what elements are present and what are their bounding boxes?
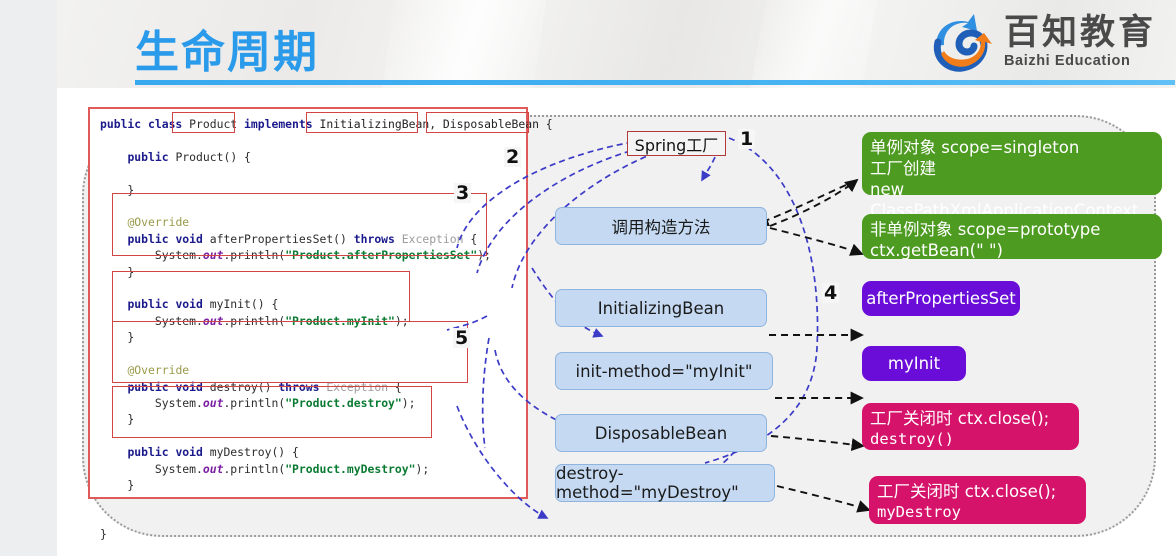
diagram-canvas: public class Product implements Initiali… <box>57 88 1176 556</box>
step-number-4: 4 <box>822 282 840 304</box>
step-number-1: 1 <box>738 128 756 150</box>
logo-text-en: Baizhi Education <box>1003 52 1131 69</box>
annotation-afterpropertiesset-label: afterPropertiesSet <box>866 288 1016 308</box>
flow-box-init-method: init-method="myInit" <box>555 352 773 390</box>
annotation-singleton-line-2: 工厂创建 <box>870 159 936 178</box>
annotation-mydestroy-line-2: myDestroy <box>877 503 961 521</box>
annotation-prototype-line-2: ctx.getBean(" ") <box>870 241 1003 260</box>
annotation-prototype: 非单例对象 scope=prototype ctx.getBean(" ") <box>862 214 1162 260</box>
annotation-myinit-label: myInit <box>887 353 941 373</box>
annotation-myinit: myInit <box>862 346 966 381</box>
baizhi-logo-icon <box>928 12 994 72</box>
annotation-destroy-line-2: destroy() <box>870 430 954 448</box>
annotation-destroy: 工厂关闭时 ctx.close(); destroy() <box>862 403 1079 450</box>
slide-header: 生命周期 百知教育 Baizhi Education <box>57 0 1176 88</box>
annotation-afterpropertiesset: afterPropertiesSet <box>862 281 1020 316</box>
brand-logo: 百知教育 Baizhi Education <box>928 12 1156 72</box>
annotation-mydestroy-line-1: 工厂关闭时 ctx.close(); <box>877 482 1057 501</box>
spring-factory-box: Spring工厂 <box>627 131 726 156</box>
annotation-destroy-line-1: 工厂关闭时 ctx.close(); <box>870 409 1050 428</box>
code-text: public class Product implements Initiali… <box>100 117 553 542</box>
annotation-mydestroy: 工厂关闭时 ctx.close(); myDestroy <box>869 476 1086 524</box>
annotation-singleton-line-1: 单例对象 scope=singleton <box>870 138 1080 157</box>
annotation-singleton: 单例对象 scope=singleton 工厂创建 new ClassPathX… <box>862 132 1162 220</box>
annotation-prototype-line-1: 非单例对象 scope=prototype <box>870 220 1101 239</box>
step-number-2: 2 <box>504 146 522 168</box>
slide: 生命周期 百知教育 Baizhi Education public class … <box>0 0 1176 556</box>
flow-box-disposablebean: DisposableBean <box>555 414 767 452</box>
flow-box-initializingbean: InitializingBean <box>555 289 767 327</box>
logo-text-cn: 百知教育 <box>1003 12 1156 53</box>
step-number-5: 5 <box>453 327 471 349</box>
step-number-3: 3 <box>454 182 472 204</box>
flow-box-call-constructor: 调用构造方法 <box>555 207 767 245</box>
page-title: 生命周期 <box>135 27 319 78</box>
flow-box-destroy-method: destroy-method="myDestroy" <box>555 464 775 502</box>
title-underline-rule <box>135 80 1175 85</box>
code-panel: public class Product implements Initiali… <box>88 107 553 541</box>
